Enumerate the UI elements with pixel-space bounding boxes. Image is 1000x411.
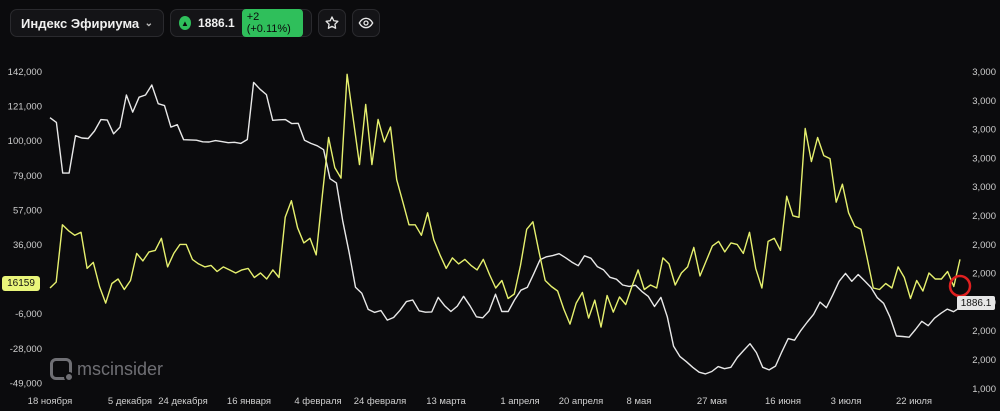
right-tick-label: 3,000 bbox=[972, 182, 996, 193]
right-tick-label: 2,000 bbox=[972, 326, 996, 337]
x-tick-label: 22 июля bbox=[896, 396, 932, 407]
left-tick-label: -28,000 bbox=[10, 344, 42, 355]
x-axis: 18 ноября 5 декабря 24 декабря 16 января 4 ф… bbox=[28, 396, 932, 407]
series-line-white bbox=[49, 81, 961, 375]
x-tick-label: 3 июля bbox=[831, 396, 862, 407]
x-tick-label: 18 ноября bbox=[28, 396, 73, 407]
right-axis: 3,000 3,000 3,000 3,000 3,000 2,000 2,000 2,000… bbox=[972, 67, 996, 395]
right-tick-label: 2,000 bbox=[972, 211, 996, 222]
right-tick-label: 2,000 bbox=[972, 355, 996, 366]
right-tick-label: 3,000 bbox=[972, 96, 996, 107]
logo-icon bbox=[50, 358, 74, 382]
left-tick-label: -6,000 bbox=[15, 309, 42, 320]
left-tick-label: -49,000 bbox=[10, 378, 42, 389]
left-axis: 142,000 121,000 100,000 79,000 57,000 36,000 -… bbox=[8, 67, 42, 389]
chart-canvas: 142,000 121,000 100,000 79,000 57,000 36,000 -… bbox=[8, 67, 996, 407]
left-tick-label: 142,000 bbox=[8, 67, 42, 78]
left-tick-label: 57,000 bbox=[13, 205, 42, 216]
series-line-yellow bbox=[49, 73, 961, 328]
x-tick-label: 16 июня bbox=[765, 396, 801, 407]
left-tick-label: 36,000 bbox=[13, 240, 42, 251]
x-tick-label: 24 декабря bbox=[158, 396, 207, 407]
x-tick-label: 27 мая bbox=[697, 396, 727, 407]
x-tick-label: 4 февраля bbox=[294, 396, 341, 407]
x-tick-label: 13 марта bbox=[426, 396, 466, 407]
x-tick-label: 24 февраля bbox=[354, 396, 407, 407]
left-tick-label: 79,000 bbox=[13, 171, 42, 182]
watermark-text: mscinsider bbox=[77, 358, 164, 379]
x-tick-label: 1 апреля bbox=[500, 396, 539, 407]
series-lines bbox=[49, 73, 961, 375]
x-tick-label: 8 мая bbox=[627, 396, 652, 407]
right-value-tag: 1886.1 bbox=[957, 296, 995, 310]
right-tick-label: 2,000 bbox=[972, 240, 996, 251]
right-tick-label: 1,000 bbox=[972, 384, 996, 395]
x-tick-label: 16 января bbox=[227, 396, 271, 407]
left-value-tag: 16159 bbox=[2, 276, 40, 291]
right-tick-label: 3,000 bbox=[972, 125, 996, 136]
x-tick-label: 5 декабря bbox=[108, 396, 152, 407]
left-tick-label: 100,000 bbox=[8, 136, 42, 147]
x-tick-label: 20 апреля bbox=[559, 396, 604, 407]
watermark: mscinsider bbox=[50, 358, 164, 382]
left-tick-label: 121,000 bbox=[8, 102, 42, 113]
right-tick-label: 2,000 bbox=[972, 269, 996, 280]
right-tick-label: 3,000 bbox=[972, 67, 996, 78]
right-tick-label: 3,000 bbox=[972, 153, 996, 164]
